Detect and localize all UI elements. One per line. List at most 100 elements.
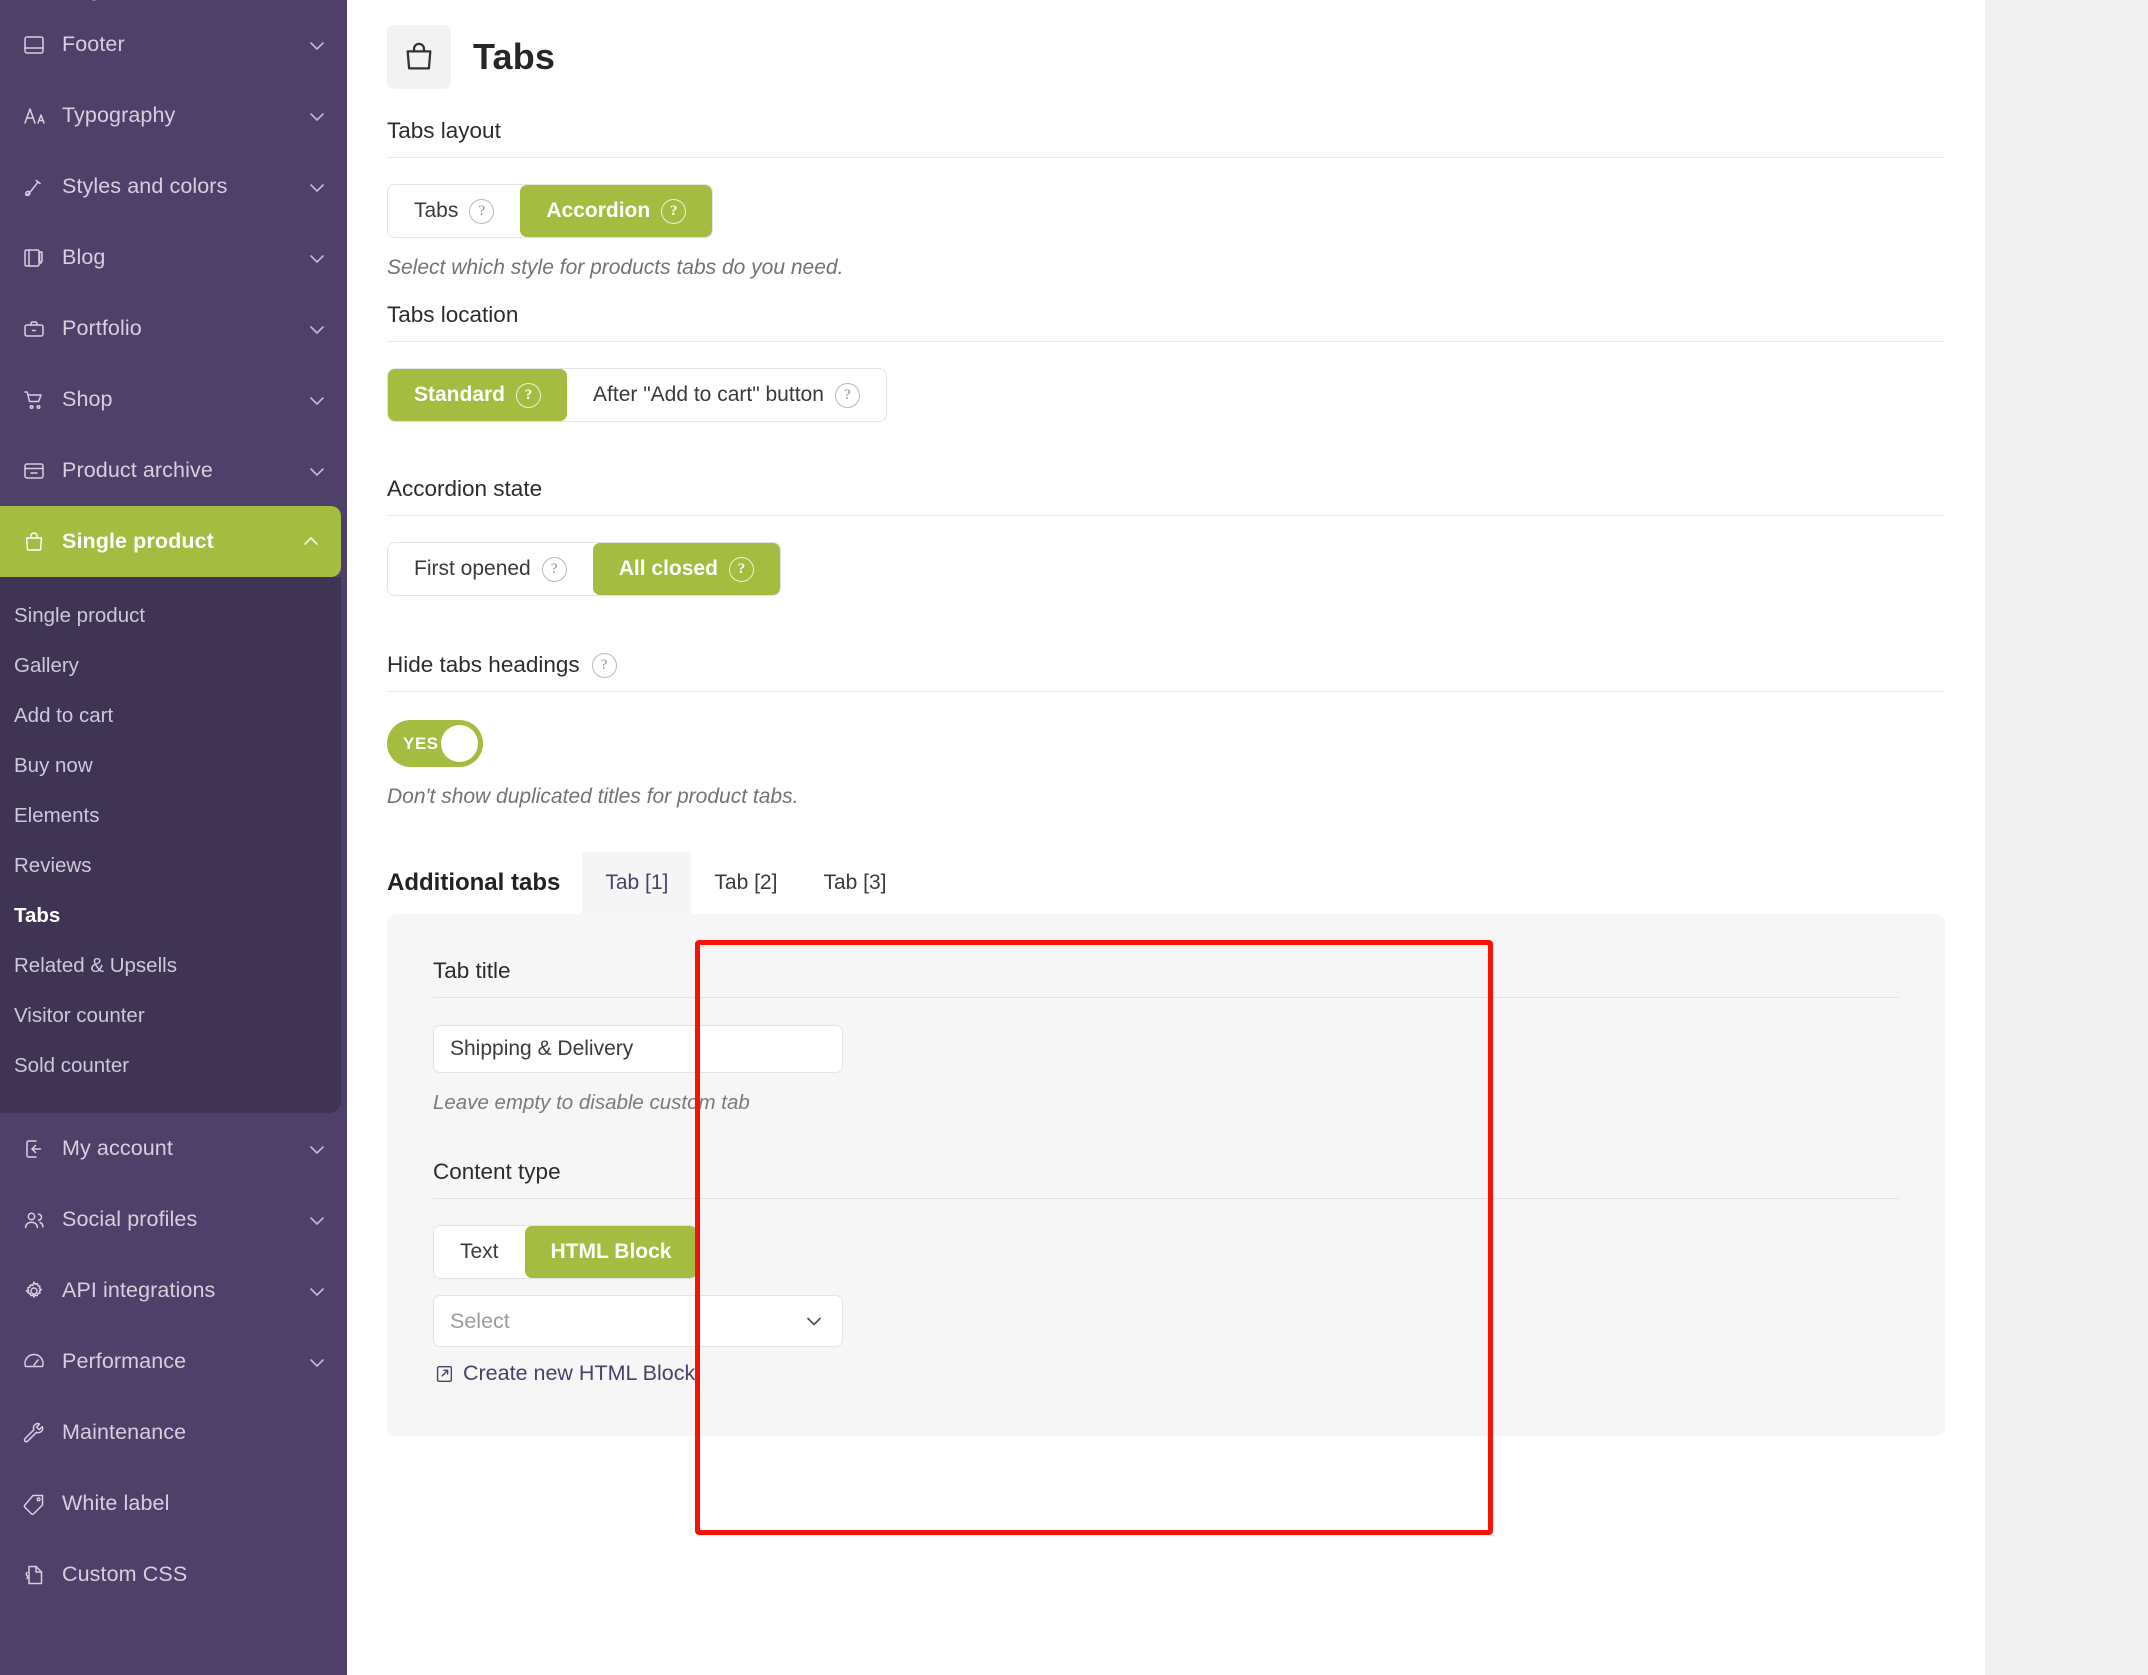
sidebar-subitem-elements[interactable]: Elements: [0, 791, 341, 841]
create-new-html-block-link[interactable]: Create new HTML Block: [433, 1361, 695, 1386]
tabs-location-segmented[interactable]: Standard ? After "Add to cart" button ?: [387, 368, 887, 422]
sidebar-item-label: Typography: [62, 103, 305, 128]
chevron-down-icon[interactable]: [305, 246, 329, 270]
chevron-down-icon[interactable]: [305, 33, 329, 57]
section-hint: Don't show duplicated titles for product…: [387, 767, 1945, 809]
option-label: HTML Block: [551, 1240, 672, 1264]
sidebar-item-footer[interactable]: Footer: [0, 9, 347, 80]
tabs-location-option-standard[interactable]: Standard ?: [388, 369, 567, 421]
sidebar-item-label: Performance: [62, 1349, 305, 1374]
sidebar-item-maintenance[interactable]: Maintenance: [0, 1397, 347, 1468]
brush-icon: [19, 172, 49, 202]
chevron-down-icon[interactable]: [305, 175, 329, 199]
sidebar-item-label: Page title: [62, 0, 305, 2]
sidebar-item-label: Single product: [62, 529, 299, 554]
accordion-state-option-first-opened[interactable]: First opened ?: [388, 543, 593, 595]
sidebar-item-label: White label: [62, 1491, 329, 1516]
sidebar-item-my-account[interactable]: My account: [0, 1113, 347, 1184]
tab-3[interactable]: Tab [3]: [800, 852, 909, 914]
sidebar-subitem-tabs[interactable]: Tabs: [0, 891, 341, 941]
main-area: Tabs Tabs layout Tabs ? Accordion ? Sele…: [347, 0, 2148, 1675]
sidebar-subitem-reviews[interactable]: Reviews: [0, 841, 341, 891]
divider: [387, 691, 1945, 692]
tag-icon: [19, 1489, 49, 1519]
divider: [387, 515, 1945, 516]
sidebar-item-label: Styles and colors: [62, 174, 305, 199]
tab-title-label: Tab title: [433, 914, 1899, 997]
sidebar-subitem-related-upsells[interactable]: Related & Upsells: [0, 941, 341, 991]
tab-1[interactable]: Tab [1]: [582, 852, 691, 914]
content-type-segmented[interactable]: Text HTML Block: [433, 1225, 698, 1279]
sidebar-subitem-add-to-cart[interactable]: Add to cart: [0, 691, 341, 741]
sidebar-item-label: My account: [62, 1136, 305, 1161]
sidebar-subitem-gallery[interactable]: Gallery: [0, 641, 341, 691]
sidebar-item-styles-and-colors[interactable]: Styles and colors: [0, 151, 347, 222]
sidebar-subitem-buy-now[interactable]: Buy now: [0, 741, 341, 791]
question-mark-icon[interactable]: ?: [592, 653, 617, 678]
tabs-layout-segmented[interactable]: Tabs ? Accordion ?: [387, 184, 713, 238]
html-block-select[interactable]: Select: [433, 1295, 843, 1347]
question-mark-icon[interactable]: ?: [661, 199, 686, 224]
section-accordion-state: Accordion state First opened ? All close…: [347, 422, 1985, 596]
chevron-down-icon[interactable]: [305, 1350, 329, 1374]
tabs-location-option-after-add-to-cart[interactable]: After "Add to cart" button ?: [567, 369, 886, 421]
sidebar-item-label: Custom CSS: [62, 1562, 329, 1587]
chevron-down-icon[interactable]: [305, 1279, 329, 1303]
chevron-down-icon[interactable]: [305, 317, 329, 341]
sidebar-item-custom-css[interactable]: Custom CSS: [0, 1539, 347, 1610]
sidebar-item-page-title[interactable]: Page title: [0, 0, 347, 9]
section-tabs-layout: Tabs layout Tabs ? Accordion ? Select wh…: [347, 96, 1985, 280]
sidebar-item-api-integrations[interactable]: API integrations: [0, 1255, 347, 1326]
chevron-down-icon[interactable]: [305, 388, 329, 412]
typography-icon: [19, 101, 49, 131]
accordion-state-segmented[interactable]: First opened ? All closed ?: [387, 542, 781, 596]
css-file-icon: [19, 1560, 49, 1590]
chevron-down-icon[interactable]: [305, 1208, 329, 1232]
sidebar-item-single-product[interactable]: Single product: [0, 506, 341, 577]
accordion-state-option-all-closed[interactable]: All closed ?: [593, 543, 780, 595]
tabs-layout-option-accordion[interactable]: Accordion ?: [520, 185, 712, 237]
question-mark-icon[interactable]: ?: [729, 557, 754, 582]
users-icon: [19, 1205, 49, 1235]
question-mark-icon[interactable]: ?: [542, 557, 567, 582]
tab-title-input[interactable]: [433, 1025, 843, 1073]
sidebar-item-product-archive[interactable]: Product archive: [0, 435, 347, 506]
sidebar-item-label: Maintenance: [62, 1420, 329, 1445]
sidebar-item-portfolio[interactable]: Portfolio: [0, 293, 347, 364]
sidebar-item-label: Portfolio: [62, 316, 305, 341]
sidebar-subitem-visitor-counter[interactable]: Visitor counter: [0, 991, 341, 1041]
bag-icon: [387, 25, 451, 89]
sidebar-item-white-label[interactable]: White label: [0, 1468, 347, 1539]
chevron-down-icon[interactable]: [305, 459, 329, 483]
question-mark-icon[interactable]: ?: [469, 199, 494, 224]
toggle-value-label: YES: [403, 734, 439, 754]
sidebar-subitem-single-product[interactable]: Single product: [0, 591, 341, 641]
question-mark-icon[interactable]: ?: [516, 383, 541, 408]
sidebar-item-typography[interactable]: Typography: [0, 80, 347, 151]
sidebar-item-blog[interactable]: Blog: [0, 222, 347, 293]
content-type-option-text[interactable]: Text: [434, 1226, 525, 1278]
tab-2[interactable]: Tab [2]: [691, 852, 800, 914]
divider: [433, 997, 1899, 998]
hide-tabs-headings-toggle[interactable]: YES: [387, 720, 483, 767]
chevron-down-icon[interactable]: [305, 1137, 329, 1161]
sidebar-submenu-single-product: Single productGalleryAdd to cartBuy nowE…: [0, 577, 341, 1113]
tabs-layout-option-tabs[interactable]: Tabs ?: [388, 185, 520, 237]
question-mark-icon[interactable]: ?: [835, 383, 860, 408]
label-text: Hide tabs headings: [387, 652, 580, 678]
sidebar-item-social-profiles[interactable]: Social profiles: [0, 1184, 347, 1255]
content-type-option-html-block[interactable]: HTML Block: [525, 1226, 698, 1278]
option-label: Text: [460, 1240, 499, 1264]
section-label: Tabs layout: [387, 96, 1945, 157]
chevron-up-icon[interactable]: [299, 530, 323, 554]
additional-tabs-widget: Additional tabs Tab [1] Tab [2] Tab [3] …: [347, 852, 1985, 1436]
sidebar-subitem-sold-counter[interactable]: Sold counter: [0, 1041, 341, 1091]
chevron-down-icon[interactable]: [305, 104, 329, 128]
divider: [433, 1198, 1899, 1199]
link-label: Create new HTML Block: [463, 1361, 695, 1386]
sidebar-item-shop[interactable]: Shop: [0, 364, 347, 435]
option-label: After "Add to cart" button: [593, 383, 824, 407]
chevron-down-icon[interactable]: [305, 0, 329, 1]
sidebar-item-performance[interactable]: Performance: [0, 1326, 347, 1397]
divider: [387, 157, 1945, 158]
